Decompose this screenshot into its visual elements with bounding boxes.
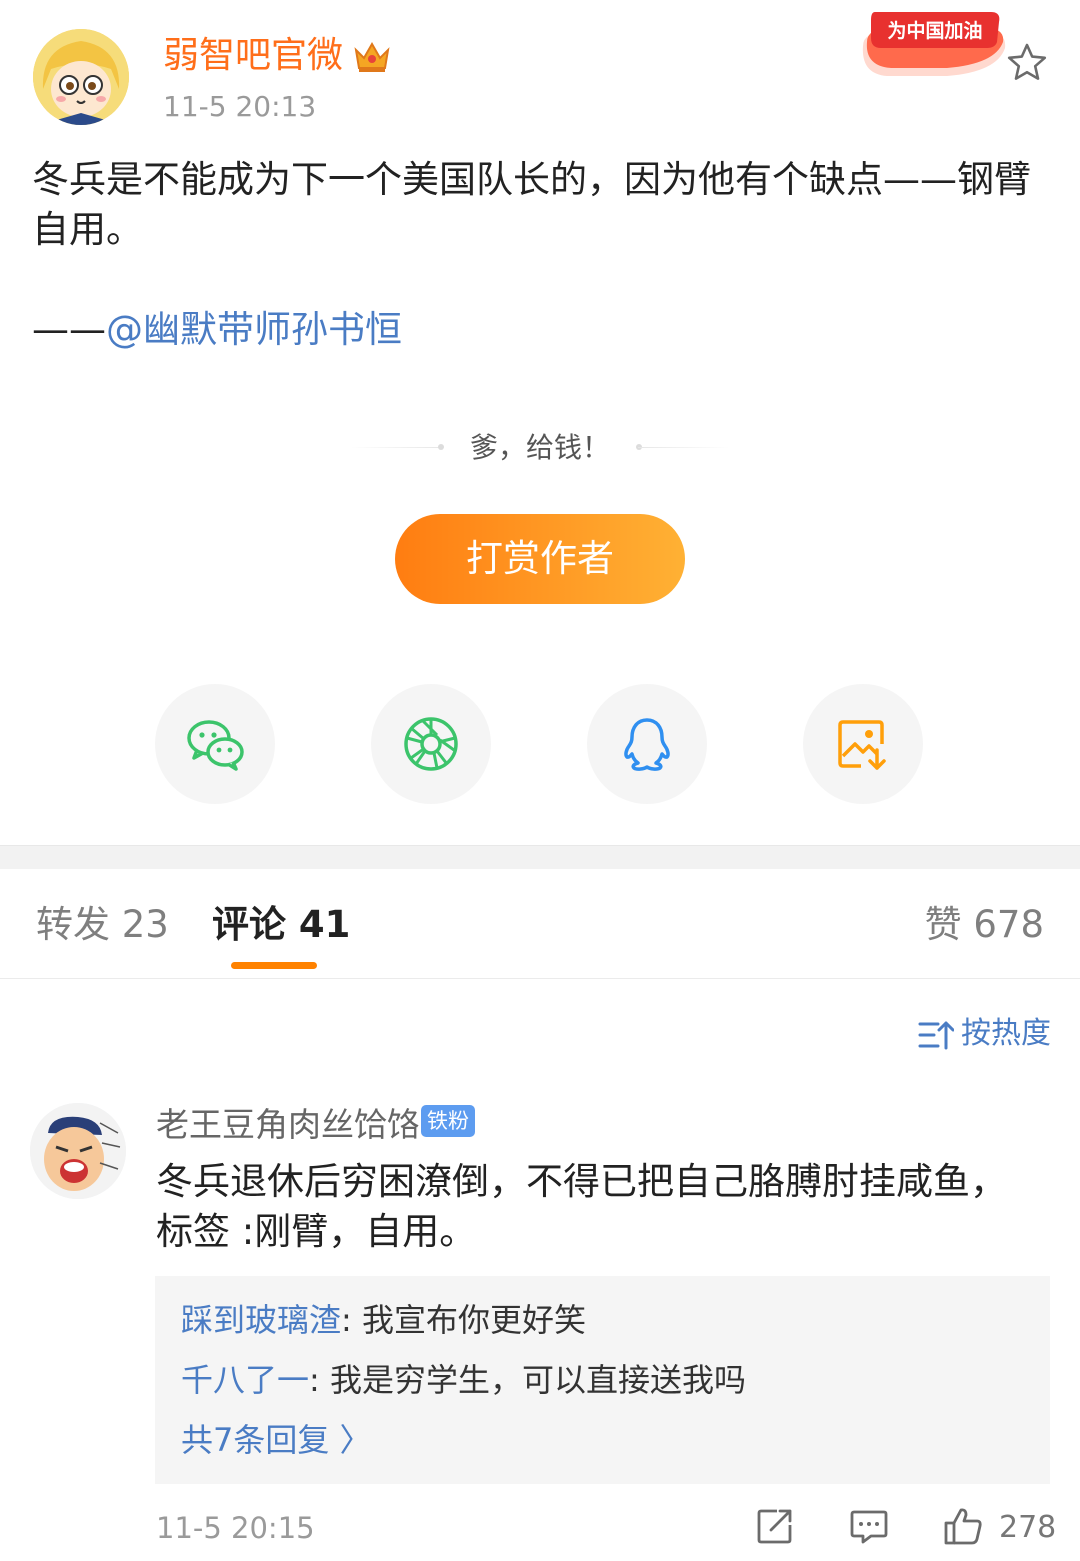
reply-separator: :: [309, 1361, 330, 1399]
reply-item[interactable]: 千八了一: 我是穷学生，可以直接送我吗: [181, 1360, 746, 1400]
post-content: 冬兵是不能成为下一个美国队长的，因为他有个缺点——钢臂自用。: [32, 158, 1031, 251]
author-avatar[interactable]: [33, 29, 129, 125]
iron-fan-badge: 铁粉: [421, 1105, 475, 1137]
reply-separator: :: [341, 1301, 362, 1339]
share-wechat-button[interactable]: [155, 684, 275, 804]
reply-preview-box[interactable]: 踩到玻璃渣: 我宣布你更好笑 千八了一: 我是穷学生，可以直接送我吗 共7条回复…: [155, 1276, 1050, 1484]
share-qq-button[interactable]: [587, 684, 707, 804]
section-divider: [0, 845, 1080, 869]
vip-crown-icon: [352, 40, 392, 74]
author-name[interactable]: 弱智吧官微: [163, 34, 343, 78]
reply-text: 我是穷学生，可以直接送我吗: [329, 1361, 746, 1399]
favorite-star-icon[interactable]: [1006, 42, 1048, 82]
tab-comments[interactable]: 评论 41: [212, 903, 350, 947]
campaign-badge[interactable]: 为中国加油: [857, 2, 1009, 78]
commenter-name[interactable]: 老王豆角肉丝饸饹: [156, 1104, 420, 1146]
post-time: 11-5 20:13: [163, 90, 317, 123]
repost-comment-icon[interactable]: [755, 1506, 795, 1546]
reply-comment-icon[interactable]: [849, 1506, 889, 1546]
interaction-tabs: 转发 23 评论 41 赞 678: [0, 869, 1080, 979]
save-image-button[interactable]: [803, 684, 923, 804]
post-credit: ——@幽默带师孙书恒: [32, 305, 402, 355]
active-tab-indicator: [231, 962, 317, 969]
moments-icon: [404, 717, 458, 771]
more-replies-link[interactable]: 共7条回复 〉: [181, 1420, 372, 1460]
sort-icon: [918, 1021, 954, 1050]
like-thumb-icon[interactable]: [943, 1506, 983, 1546]
reward-divider-right: [638, 447, 730, 448]
share-moments-button[interactable]: [371, 684, 491, 804]
sort-label: 按热度: [961, 1016, 1051, 1051]
reward-prompt: 爹，给钱！: [469, 431, 610, 464]
wechat-icon: [187, 720, 244, 771]
reward-author-button[interactable]: 打赏作者: [395, 514, 685, 604]
mention-link[interactable]: @幽默带师孙书恒: [106, 308, 402, 351]
commenter-avatar[interactable]: [30, 1103, 126, 1199]
save-image-icon: [838, 720, 886, 770]
reply-user[interactable]: 踩到玻璃渣: [181, 1301, 341, 1339]
reply-user[interactable]: 千八了一: [181, 1361, 309, 1399]
campaign-badge-text: 为中国加油: [887, 19, 982, 42]
comment-text: 冬兵退休后穷困潦倒，不得已把自己胳膊肘挂咸鱼，标签 :刚臂，自用。: [156, 1160, 1007, 1253]
like-count: 278: [999, 1510, 1057, 1545]
comment-time: 11-5 20:15: [156, 1511, 315, 1545]
reply-text: 我宣布你更好笑: [361, 1301, 586, 1339]
tab-likes[interactable]: 赞 678: [925, 903, 1044, 947]
tab-repost[interactable]: 转发 23: [36, 903, 169, 947]
qq-icon: [624, 718, 670, 771]
reply-item[interactable]: 踩到玻璃渣: 我宣布你更好笑: [181, 1300, 586, 1340]
post-header: 弱智吧官微 11-5 20:13 为中国加油: [0, 0, 1080, 140]
credit-prefix: ——: [32, 308, 106, 351]
